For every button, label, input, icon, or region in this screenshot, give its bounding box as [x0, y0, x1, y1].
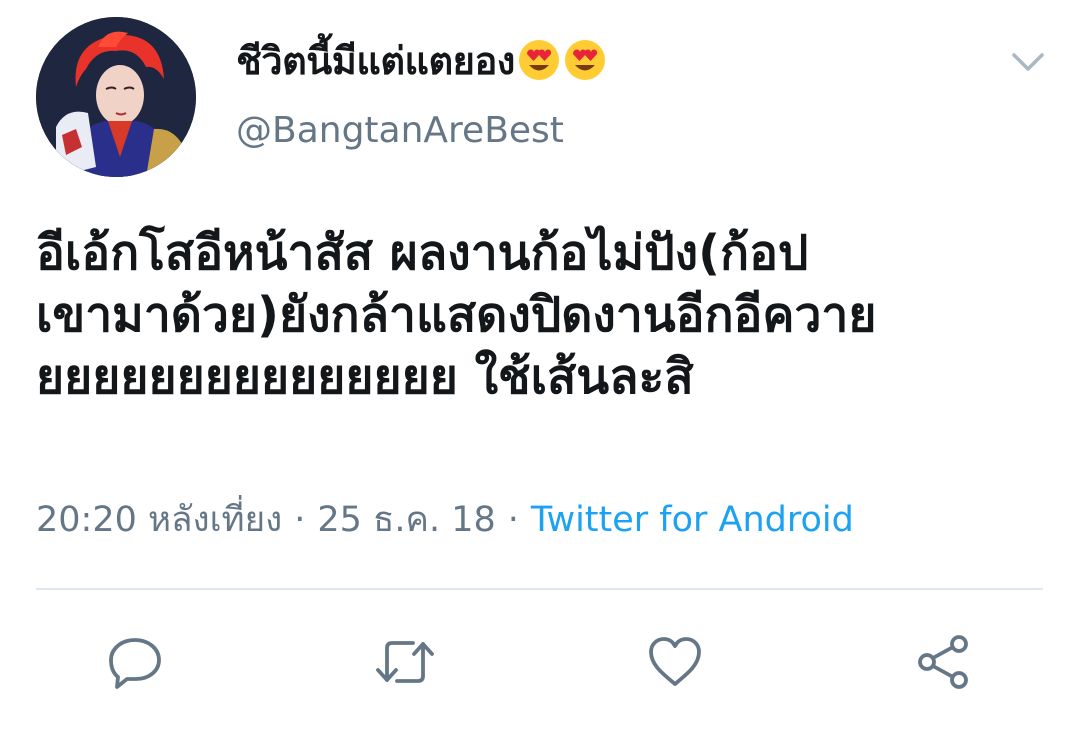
tweet-actions	[0, 630, 1079, 694]
share-button[interactable]	[912, 630, 976, 694]
meta-separator: ·	[294, 499, 306, 540]
heart-icon	[649, 637, 701, 686]
tweet-detail: ชีวิตนี้มีแต่แตยอง @BangtanAreBest อีเอ้…	[0, 0, 1079, 730]
like-button[interactable]	[643, 630, 707, 694]
tweet-time: 20:20 หลังเที่ยง	[36, 500, 283, 540]
tweet-source-link[interactable]: Twitter for Android	[531, 500, 854, 540]
chevron-down-icon[interactable]	[1006, 40, 1050, 84]
display-name[interactable]: ชีวิตนี้มีแต่แตยอง	[236, 30, 515, 91]
avatar[interactable]	[36, 17, 196, 177]
heart-eyes-emoji	[563, 38, 607, 82]
tweet-meta: 20:20 หลังเที่ยง · 25 ธ.ค. 18 · Twitter …	[36, 492, 854, 547]
tweet-date[interactable]: 25 ธ.ค. 18	[317, 492, 495, 547]
retweet-button[interactable]	[373, 630, 437, 694]
tweet-text: อีเอ้กโสอีหน้าสัส ผลงานก้อไม่ปัง(ก้อป เข…	[36, 225, 877, 405]
divider	[36, 588, 1043, 590]
retweet-icon	[376, 641, 434, 683]
avatar-image	[36, 17, 196, 177]
reply-icon	[109, 638, 161, 689]
display-name-row[interactable]: ชีวิตนี้มีแต่แตยอง	[236, 28, 607, 92]
user-handle[interactable]: @BangtanAreBest	[236, 110, 564, 151]
share-icon	[918, 635, 968, 689]
reply-button[interactable]	[103, 630, 167, 694]
heart-eyes-emoji	[517, 38, 561, 82]
meta-separator: ·	[507, 499, 519, 540]
